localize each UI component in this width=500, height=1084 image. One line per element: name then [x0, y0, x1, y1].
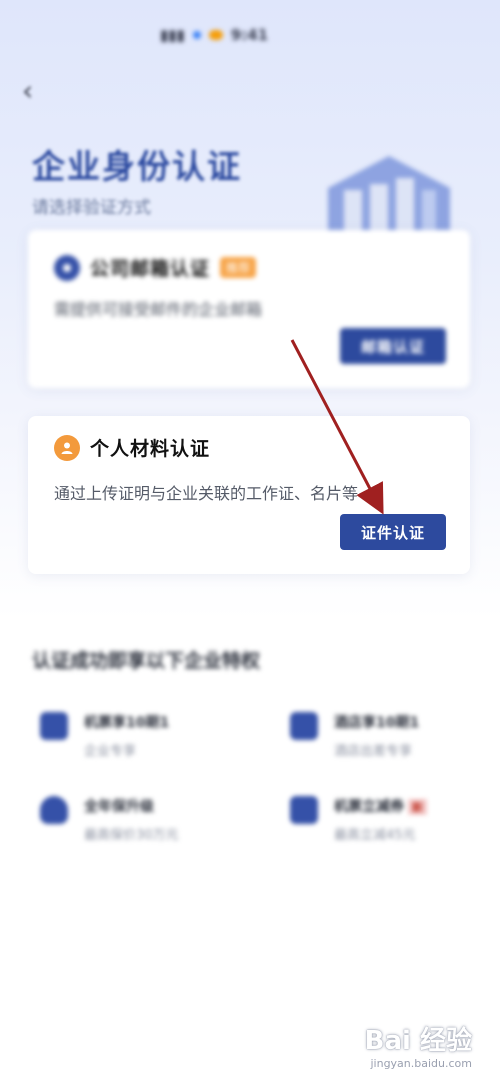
recommend-badge: 推荐: [220, 257, 257, 278]
card-description: 通过上传证明与企业关联的工作证、名片等: [54, 484, 359, 503]
status-time: 9:41: [230, 26, 269, 44]
document-verify-button[interactable]: 证件认证: [340, 514, 446, 550]
benefits-title: 认证成功即享以下企业特权: [32, 650, 261, 672]
benefit-desc: 企业专享: [84, 744, 137, 759]
benefit-desc: 最高立减45元: [334, 828, 416, 843]
status-bar: ▮▮▮ 9:41: [160, 18, 482, 52]
page-title: 企业身份认证: [32, 147, 242, 186]
benefit-item: 机票享10期1 企业专享: [40, 712, 169, 759]
card-description: 需提供可接受邮件的企业邮箱: [54, 300, 263, 319]
shield-icon: [40, 796, 68, 824]
document-verification-card: 个人材料认证 通过上传证明与企业关联的工作证、名片等 证件认证: [28, 416, 470, 574]
benefit-name: 机票享10期1: [84, 715, 170, 731]
watermark-logo: Bai 经验: [364, 1026, 472, 1056]
mail-icon: [54, 254, 80, 281]
page-subtitle: 请选择验证方式: [32, 198, 151, 218]
signal-icon: ▮▮▮: [160, 26, 185, 44]
battery-icon: [208, 30, 223, 40]
benefit-name: 酒店享10期1: [334, 715, 420, 731]
benefit-name: 全年保升级: [84, 799, 154, 815]
card-title: 个人材料认证: [90, 438, 211, 460]
wifi-icon: [192, 31, 201, 39]
benefit-name: 机票立减券: [334, 799, 404, 815]
watermark: Bai 经验 jingyan.baidu.com: [365, 1020, 472, 1070]
hotel-icon: [290, 712, 318, 740]
benefit-item: 机票立减券新 最高立减45元: [290, 796, 427, 843]
person-icon: [54, 434, 80, 461]
email-verification-card: 公司邮箱认证 推荐 需提供可接受邮件的企业邮箱 邮箱认证: [28, 230, 470, 388]
benefit-item: 全年保升级 最高保价30万元: [40, 796, 179, 843]
ticket-icon: [290, 796, 318, 824]
watermark-url: jingyan.baidu.com: [370, 1057, 472, 1070]
card-title: 公司邮箱认证: [90, 258, 211, 280]
benefit-item: 酒店享10期1 酒店出差专享: [290, 712, 419, 759]
benefit-desc: 酒店出差专享: [334, 744, 413, 759]
benefit-desc: 最高保价30万元: [84, 828, 179, 843]
plane-icon: [40, 712, 68, 740]
new-badge: 新: [408, 799, 427, 815]
email-verify-button[interactable]: 邮箱认证: [340, 328, 446, 364]
back-arrow-icon[interactable]: ‹: [22, 74, 33, 107]
